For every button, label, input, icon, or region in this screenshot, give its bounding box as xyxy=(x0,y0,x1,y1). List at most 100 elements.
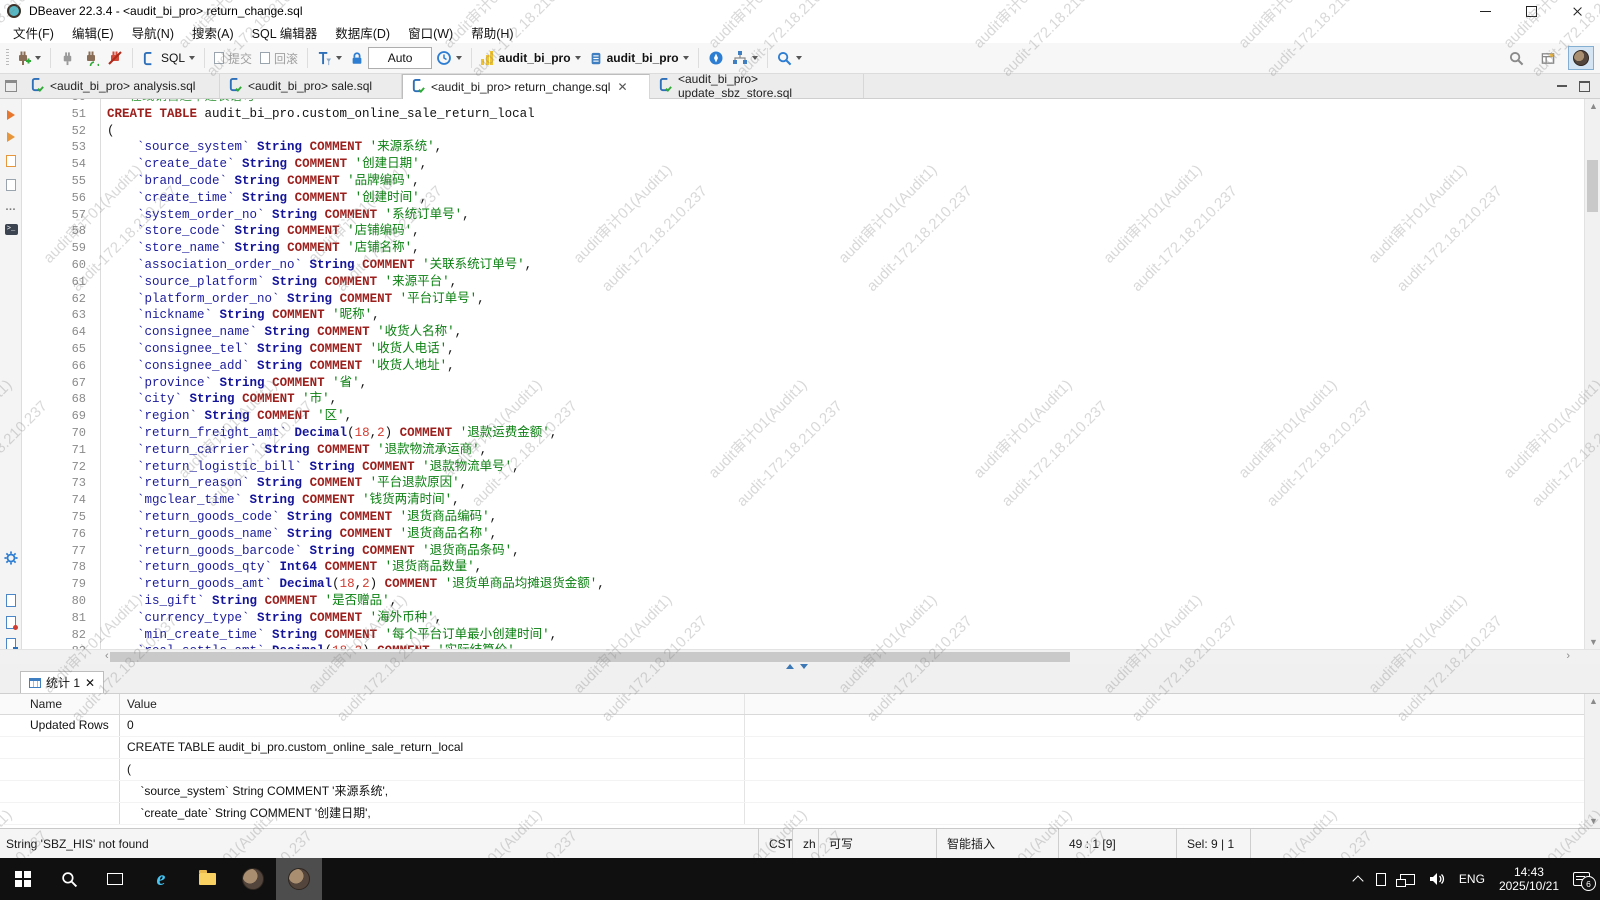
compass-button[interactable] xyxy=(704,47,728,69)
grid-row[interactable]: `source_system` String COMMENT '来源系统', xyxy=(0,781,1600,803)
splitter-sash[interactable] xyxy=(786,664,808,669)
script-output-button[interactable] xyxy=(4,593,18,607)
code-token: , xyxy=(447,342,455,356)
rollback-button[interactable]: 回滚 xyxy=(256,47,302,70)
script-log-button[interactable] xyxy=(4,615,18,629)
menu-item-0[interactable]: 文件(F) xyxy=(4,21,63,44)
lock-button[interactable] xyxy=(346,48,368,69)
connect-button[interactable] xyxy=(56,48,79,69)
dbeaver-taskbar-button[interactable] xyxy=(230,858,276,900)
scroll-right-icon[interactable]: › xyxy=(1566,650,1570,662)
volume-icon[interactable] xyxy=(1429,872,1445,886)
grid-row[interactable]: `create_date` String COMMENT '创建日期', xyxy=(0,803,1600,825)
disconnect-button[interactable] xyxy=(103,47,127,69)
more-actions-button[interactable]: … xyxy=(4,200,18,214)
menu-item-1[interactable]: 编辑(E) xyxy=(63,21,123,44)
sql-editor[interactable]: 50-- 在线销售退单建表语句51CREATE TABLE audit_bi_p… xyxy=(0,99,1600,649)
statistics-tab[interactable]: 统计 1 ✕ xyxy=(20,671,104,693)
windows-logo-icon xyxy=(15,871,31,887)
code-text: `return_goods_name` String COMMENT '退货商品… xyxy=(101,526,497,543)
file-explorer-button[interactable] xyxy=(184,858,230,900)
menu-item-6[interactable]: 窗口(W) xyxy=(399,21,462,44)
editor-vertical-scrollbar[interactable]: ▲ ▼ xyxy=(1584,99,1600,649)
taskbar-search-button[interactable] xyxy=(46,858,92,900)
code-token: , xyxy=(525,258,533,272)
editor-tab-3[interactable]: <audit_bi_pro> update_sbz_store.sql xyxy=(650,74,864,98)
menu-item-7[interactable]: 帮助(H) xyxy=(462,21,522,44)
action-center-button[interactable]: 6 xyxy=(1573,872,1590,886)
dbeaver-perspective-button[interactable] xyxy=(1568,46,1594,70)
editor-tab-2[interactable]: <audit_bi_pro> return_change.sql✕ xyxy=(402,74,650,99)
horizontal-scroll-thumb[interactable] xyxy=(110,652,1070,662)
code-token: String xyxy=(310,258,355,272)
code-token: String xyxy=(310,544,355,558)
tab-maximize-icon[interactable] xyxy=(1579,81,1590,92)
panel-splitter[interactable] xyxy=(0,664,1600,671)
code-token xyxy=(302,342,310,356)
menu-item-5[interactable]: 数据库(D) xyxy=(326,21,399,44)
statistics-tab-close-icon[interactable]: ✕ xyxy=(85,676,95,690)
search-button[interactable] xyxy=(773,48,806,69)
execute-statement-button[interactable] xyxy=(4,108,18,122)
collapse-up-icon[interactable] xyxy=(786,664,794,669)
grid-row[interactable]: CREATE TABLE audit_bi_pro.custom_online_… xyxy=(0,737,1600,759)
tray-expand-icon[interactable] xyxy=(1352,875,1363,886)
dbeaver-taskbar-button-active[interactable] xyxy=(276,858,322,900)
scroll-left-icon[interactable]: ‹ xyxy=(105,650,109,662)
tab-bar-leading-icon[interactable] xyxy=(0,74,22,98)
collapse-down-icon[interactable] xyxy=(800,664,808,669)
ie-button[interactable]: e xyxy=(138,858,184,900)
taskbar-clock[interactable]: 14:43 2025/10/21 xyxy=(1499,865,1559,893)
code-token: '退货商品名称' xyxy=(400,527,490,541)
script-save-button[interactable] xyxy=(4,637,18,649)
code-token: '退货商品条码' xyxy=(422,544,512,558)
minimize-button[interactable] xyxy=(1462,0,1508,22)
editor-tab-close-icon[interactable]: ✕ xyxy=(615,80,627,94)
open-console-button[interactable]: >_ xyxy=(4,222,18,236)
editor-tab-1[interactable]: <audit_bi_pro> sale.sql xyxy=(220,74,402,98)
quick-search-button[interactable] xyxy=(1505,48,1528,69)
sitemap-button[interactable] xyxy=(728,47,762,69)
usb-icon[interactable] xyxy=(1376,873,1386,886)
transaction-log-button[interactable] xyxy=(432,47,466,69)
language-indicator[interactable]: ENG xyxy=(1459,872,1485,886)
code-token: '钱货两清时间' xyxy=(362,493,452,507)
sql-editor-button[interactable]: SQL xyxy=(138,48,199,69)
menu-item-2[interactable]: 导航(N) xyxy=(123,21,183,44)
code-token xyxy=(295,493,303,507)
autocommit-select[interactable]: Auto xyxy=(368,47,432,69)
transaction-mode-button[interactable] xyxy=(313,48,346,69)
editor-tab-0[interactable]: <audit_bi_pro> analysis.sql xyxy=(22,74,220,98)
editor-horizontal-scrollbar[interactable]: ‹ › xyxy=(0,649,1600,664)
commit-button[interactable]: 提交 xyxy=(210,47,256,70)
network-icon[interactable] xyxy=(1400,874,1415,885)
code-token xyxy=(340,224,348,238)
editor-settings-button[interactable] xyxy=(4,551,18,565)
grid-scroll-up-icon[interactable]: ▲ xyxy=(1589,696,1598,706)
grid-vertical-scrollbar[interactable]: ▲ ▼ xyxy=(1584,694,1600,828)
code-token xyxy=(310,325,318,339)
maximize-button[interactable] xyxy=(1508,0,1554,22)
task-view-button[interactable] xyxy=(92,858,138,900)
new-connection-button[interactable] xyxy=(11,47,45,69)
code-text: `system_order_no` String COMMENT '系统订单号'… xyxy=(101,207,470,224)
execute-script-button[interactable] xyxy=(4,154,18,168)
vertical-scroll-thumb[interactable] xyxy=(1587,160,1598,212)
reconnect-button[interactable] xyxy=(79,47,103,69)
grid-row[interactable]: ( xyxy=(0,759,1600,781)
open-perspective-button[interactable] xyxy=(1536,48,1560,69)
menu-item-3[interactable]: 搜索(A) xyxy=(183,21,243,44)
close-button[interactable] xyxy=(1554,0,1600,22)
scroll-up-icon[interactable]: ▲ xyxy=(1589,101,1598,111)
grid-row[interactable]: Updated Rows0 xyxy=(0,715,1600,737)
datasource-select[interactable]: audit_bi_pro xyxy=(477,48,585,68)
database-select[interactable]: audit_bi_pro xyxy=(585,48,693,69)
code-pane[interactable]: 50-- 在线销售退单建表语句51CREATE TABLE audit_bi_p… xyxy=(22,99,1584,649)
start-button[interactable] xyxy=(0,858,46,900)
tab-minimize-icon[interactable] xyxy=(1557,85,1567,87)
execute-new-tab-button[interactable] xyxy=(4,130,18,144)
scroll-down-icon[interactable]: ▼ xyxy=(1589,637,1598,647)
grid-scroll-down-icon[interactable]: ▼ xyxy=(1589,816,1598,826)
menu-item-4[interactable]: SQL 编辑器 xyxy=(243,21,327,44)
explain-plan-button[interactable] xyxy=(4,178,18,192)
